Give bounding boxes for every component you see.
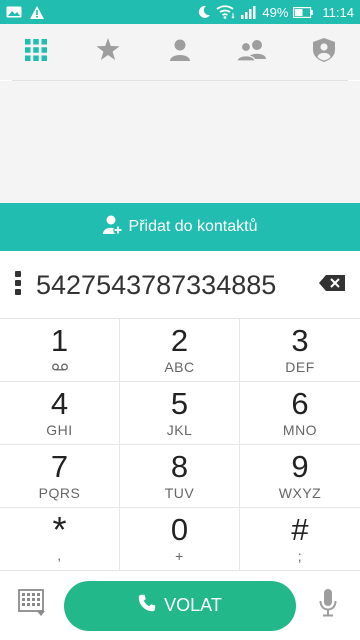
- tab-blocked[interactable]: [296, 28, 352, 76]
- phone-number-text: 5427543787334885: [36, 270, 277, 300]
- key-digit: 2: [170, 323, 189, 358]
- key-5[interactable]: 5 JKL: [120, 382, 240, 445]
- key-letters: +: [175, 548, 184, 564]
- key-9[interactable]: 9 WXYZ: [240, 445, 360, 508]
- key-letters: JKL: [166, 422, 193, 438]
- moon-icon: [197, 5, 211, 19]
- tab-favorites[interactable]: [80, 28, 136, 76]
- battery-icon: [293, 6, 314, 18]
- key-4[interactable]: 4 GHI: [0, 382, 120, 445]
- phone-number-field[interactable]: 5427543787334885: [36, 265, 304, 305]
- status-bar: 49% 11:14: [0, 0, 360, 24]
- signal-icon: [241, 5, 257, 19]
- key-digit: #: [291, 512, 309, 547]
- key-2[interactable]: 2 ABC: [120, 319, 240, 382]
- call-button-label: VOLAT: [164, 595, 222, 615]
- wifi-icon: [216, 5, 236, 19]
- warning-icon: [30, 5, 44, 19]
- key-digit: 8: [170, 449, 189, 484]
- add-to-contacts-button[interactable]: Přidat do kontaktů: [0, 203, 360, 251]
- hide-keypad-button[interactable]: [0, 571, 64, 640]
- key-letters: DEF: [285, 359, 315, 375]
- phone-icon: [138, 594, 156, 617]
- key-digit: *: [52, 509, 67, 550]
- key-letters: MNO: [282, 422, 318, 438]
- key-letters: PQRS: [38, 485, 81, 501]
- add-to-contacts-label: Přidat do kontaktů: [128, 218, 258, 235]
- keypad-hide-icon: [18, 589, 46, 622]
- key-hash[interactable]: # ;: [240, 508, 360, 571]
- keypad: 1 2 ABC 3 DEF 4 GHI 5 JKL 6 MNO 7 PQRS 8…: [0, 319, 360, 571]
- key-letters: ;: [297, 548, 303, 564]
- shield-person-icon: [313, 37, 335, 67]
- person-icon: [169, 39, 191, 66]
- key-letters: ABC: [164, 359, 195, 375]
- clock: 11:14: [322, 4, 354, 20]
- add-person-icon: [102, 215, 123, 240]
- key-letters: GHI: [46, 422, 73, 438]
- key-0[interactable]: 0 +: [120, 508, 240, 571]
- key-letters: ,: [57, 547, 62, 563]
- backspace-icon: [319, 274, 345, 296]
- key-digit: 0: [170, 512, 189, 547]
- key-letters: WXYZ: [278, 485, 322, 501]
- key-digit: 3: [291, 323, 309, 358]
- dialer-screen: 49% 11:14 Přidat do kontaktů 54275437873…: [0, 0, 360, 640]
- overflow-menu-button[interactable]: [0, 251, 36, 319]
- more-vert-icon: [15, 270, 21, 300]
- key-digit: 7: [50, 449, 69, 484]
- key-6[interactable]: 6 MNO: [240, 382, 360, 445]
- group-icon: [236, 39, 268, 66]
- voicemail-icon: [51, 359, 68, 375]
- number-row: 5427543787334885: [0, 251, 360, 319]
- tab-groups[interactable]: [224, 28, 280, 76]
- key-3[interactable]: 3 DEF: [240, 319, 360, 382]
- tab-dialpad[interactable]: [8, 28, 64, 76]
- key-8[interactable]: 8 TUV: [120, 445, 240, 508]
- dialpad-icon: [25, 38, 47, 66]
- image-icon: [6, 6, 22, 18]
- voice-search-button[interactable]: [296, 571, 360, 640]
- key-digit: 9: [291, 449, 309, 484]
- key-digit: 6: [291, 386, 309, 421]
- search-results-area: [0, 81, 360, 203]
- star-icon: [96, 38, 120, 66]
- tab-bar: [0, 24, 360, 80]
- key-1[interactable]: 1: [0, 319, 120, 382]
- tab-contacts[interactable]: [152, 28, 208, 76]
- key-7[interactable]: 7 PQRS: [0, 445, 120, 508]
- key-digit: 4: [50, 386, 69, 421]
- backspace-button[interactable]: [304, 251, 360, 319]
- bottom-bar: VOLAT: [0, 571, 360, 640]
- key-letters: TUV: [164, 485, 195, 501]
- microphone-icon: [319, 589, 337, 622]
- key-star[interactable]: * ,: [0, 508, 120, 571]
- key-digit: 1: [50, 323, 69, 358]
- key-digit: 5: [170, 386, 189, 421]
- call-button[interactable]: VOLAT: [64, 580, 296, 631]
- battery-percent: 49%: [262, 4, 289, 20]
